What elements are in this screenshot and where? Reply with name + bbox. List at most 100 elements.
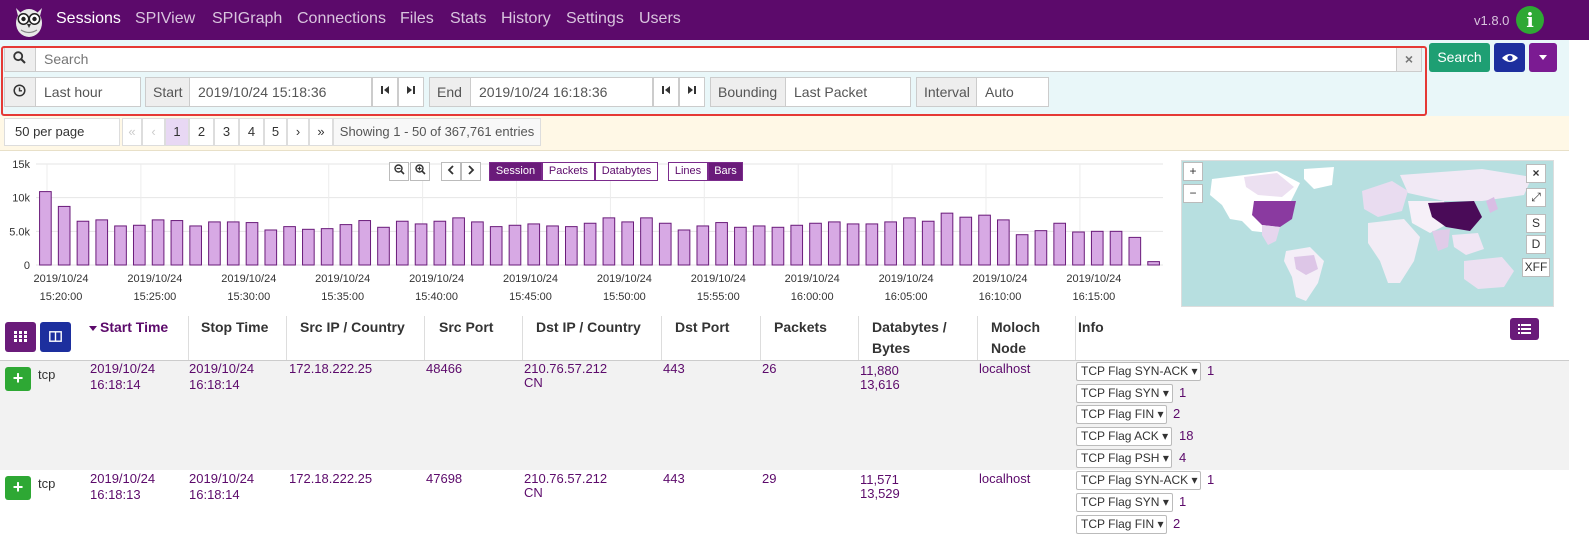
chart-bar[interactable] bbox=[959, 216, 973, 266]
chart-bar[interactable] bbox=[57, 205, 71, 266]
nav-spiview[interactable]: SPIView bbox=[135, 10, 195, 28]
chart-bar[interactable] bbox=[865, 223, 879, 266]
cell-databytes[interactable]: 11,571 bbox=[860, 473, 899, 487]
chart-bar[interactable] bbox=[414, 223, 428, 266]
chart-bar[interactable] bbox=[95, 219, 109, 266]
time-range-select[interactable]: Last hour bbox=[35, 77, 141, 107]
expand-row-button[interactable]: + bbox=[5, 367, 31, 391]
header-start-time[interactable]: Start Time bbox=[89, 318, 168, 337]
page-last[interactable]: » bbox=[309, 118, 333, 146]
chart-bar[interactable] bbox=[170, 220, 184, 266]
nav-spigraph[interactable]: SPIGraph bbox=[212, 10, 282, 28]
nav-settings[interactable]: Settings bbox=[566, 10, 624, 28]
pan-left-icon[interactable] bbox=[441, 162, 461, 181]
pan-right-icon[interactable] bbox=[461, 162, 481, 181]
chart-bar[interactable] bbox=[658, 222, 672, 266]
chart-bar[interactable] bbox=[583, 222, 597, 266]
chart-bar[interactable] bbox=[264, 229, 278, 266]
chart-bar[interactable] bbox=[76, 220, 90, 266]
cell-dst-port[interactable]: 443 bbox=[663, 472, 685, 486]
chart-bar[interactable] bbox=[471, 221, 484, 266]
flag-count[interactable]: 1 bbox=[1179, 385, 1186, 400]
cell-src-port[interactable]: 48466 bbox=[426, 362, 462, 376]
search-button[interactable]: Search bbox=[1429, 43, 1490, 72]
flag-dropdown[interactable]: TCP Flag SYN-ACK ▾ bbox=[1076, 471, 1201, 490]
chart-bar[interactable] bbox=[978, 214, 991, 266]
chart-bar[interactable] bbox=[1109, 230, 1123, 266]
chart-bar[interactable] bbox=[997, 219, 1010, 266]
cell-dst-country[interactable]: CN bbox=[524, 486, 543, 500]
header-info[interactable]: Info bbox=[1078, 318, 1104, 337]
start-time-input[interactable]: 2019/10/24 15:18:36 bbox=[189, 77, 372, 107]
header-src-port[interactable]: Src Port bbox=[439, 318, 493, 337]
cell-node[interactable]: localhost bbox=[979, 472, 1030, 486]
cell-databytes[interactable]: 11,880 bbox=[860, 364, 899, 378]
end-skip-back-icon[interactable] bbox=[653, 77, 679, 107]
chart-bar[interactable] bbox=[339, 224, 353, 266]
flag-dropdown[interactable]: TCP Flag PSH ▾ bbox=[1076, 449, 1172, 468]
chart-bar[interactable] bbox=[489, 226, 503, 266]
flag-count[interactable]: 1 bbox=[1207, 472, 1214, 487]
chart-bar[interactable] bbox=[302, 228, 315, 266]
cell-stop-time[interactable]: 16:18:14 bbox=[189, 488, 240, 502]
header-packets[interactable]: Packets bbox=[774, 318, 827, 337]
column-layout-button[interactable] bbox=[40, 322, 71, 352]
header-stop-time[interactable]: Stop Time bbox=[201, 318, 268, 337]
nav-files[interactable]: Files bbox=[400, 10, 434, 28]
map-expand-icon[interactable]: ⤢ bbox=[1526, 188, 1546, 207]
page-4[interactable]: 4 bbox=[239, 118, 264, 146]
header-dst-port[interactable]: Dst Port bbox=[675, 318, 729, 337]
interval-select[interactable]: Auto bbox=[976, 77, 1049, 107]
chart-bar[interactable] bbox=[1053, 222, 1067, 266]
cell-packets[interactable]: 29 bbox=[762, 472, 776, 486]
page-prev[interactable]: ‹ bbox=[142, 118, 165, 146]
info-column-menu-button[interactable] bbox=[1510, 318, 1539, 340]
chart-bar[interactable] bbox=[452, 217, 465, 266]
chart-bar[interactable] bbox=[1128, 236, 1142, 266]
nav-history[interactable]: History bbox=[501, 10, 551, 28]
cell-packets[interactable]: 26 bbox=[762, 362, 776, 376]
flag-dropdown[interactable]: TCP Flag SYN ▾ bbox=[1076, 384, 1173, 403]
chart-bar[interactable] bbox=[377, 226, 390, 266]
page-5[interactable]: 5 bbox=[264, 118, 287, 146]
chart-bar[interactable] bbox=[1015, 234, 1029, 266]
chart-bar[interactable] bbox=[903, 217, 916, 266]
chart-bar[interactable] bbox=[565, 226, 578, 266]
nav-stats[interactable]: Stats bbox=[450, 10, 486, 28]
chart-bar[interactable] bbox=[734, 226, 747, 266]
bounding-select[interactable]: Last Packet bbox=[785, 77, 911, 107]
chart-type-session[interactable]: Session bbox=[489, 162, 542, 181]
cell-stop-time[interactable]: 16:18:14 bbox=[189, 378, 240, 392]
page-1[interactable]: 1 bbox=[165, 118, 189, 146]
chart-bar[interactable] bbox=[320, 228, 334, 266]
chart-bar[interactable] bbox=[433, 220, 447, 266]
chart-bar[interactable] bbox=[621, 221, 634, 266]
map-dst-toggle[interactable]: D bbox=[1526, 235, 1546, 254]
chart-style-bars[interactable]: Bars bbox=[708, 162, 743, 181]
map-close-icon[interactable]: × bbox=[1526, 164, 1546, 183]
chart-bar[interactable] bbox=[1147, 261, 1160, 266]
zoom-out-icon[interactable] bbox=[389, 162, 409, 181]
cell-src-port[interactable]: 47698 bbox=[426, 472, 462, 486]
chart-bar[interactable] bbox=[208, 221, 221, 266]
expand-row-button[interactable]: + bbox=[5, 476, 31, 500]
flag-count[interactable]: 2 bbox=[1173, 516, 1180, 531]
view-dropdown-button[interactable] bbox=[1529, 43, 1557, 72]
flag-count[interactable]: 2 bbox=[1173, 406, 1180, 421]
chart-bar[interactable] bbox=[715, 222, 728, 266]
flag-dropdown[interactable]: TCP Flag FIN ▾ bbox=[1076, 515, 1167, 534]
chart-type-packets[interactable]: Packets bbox=[542, 162, 595, 181]
flag-dropdown[interactable]: TCP Flag FIN ▾ bbox=[1076, 405, 1167, 424]
header-dst-ip[interactable]: Dst IP / Country bbox=[536, 318, 641, 337]
flag-count[interactable]: 4 bbox=[1179, 450, 1186, 465]
info-icon[interactable]: i bbox=[1516, 6, 1544, 34]
map-zoom-in-icon[interactable]: + bbox=[1183, 162, 1203, 181]
flag-count[interactable]: 1 bbox=[1207, 363, 1214, 378]
chart-bar[interactable] bbox=[114, 225, 127, 266]
chart-bar[interactable] bbox=[1072, 231, 1085, 266]
cell-node[interactable]: localhost bbox=[979, 362, 1030, 376]
chart-style-lines[interactable]: Lines bbox=[668, 162, 708, 181]
page-3[interactable]: 3 bbox=[214, 118, 239, 146]
chart-bar[interactable] bbox=[1090, 230, 1104, 266]
chart-bar[interactable] bbox=[283, 226, 296, 266]
